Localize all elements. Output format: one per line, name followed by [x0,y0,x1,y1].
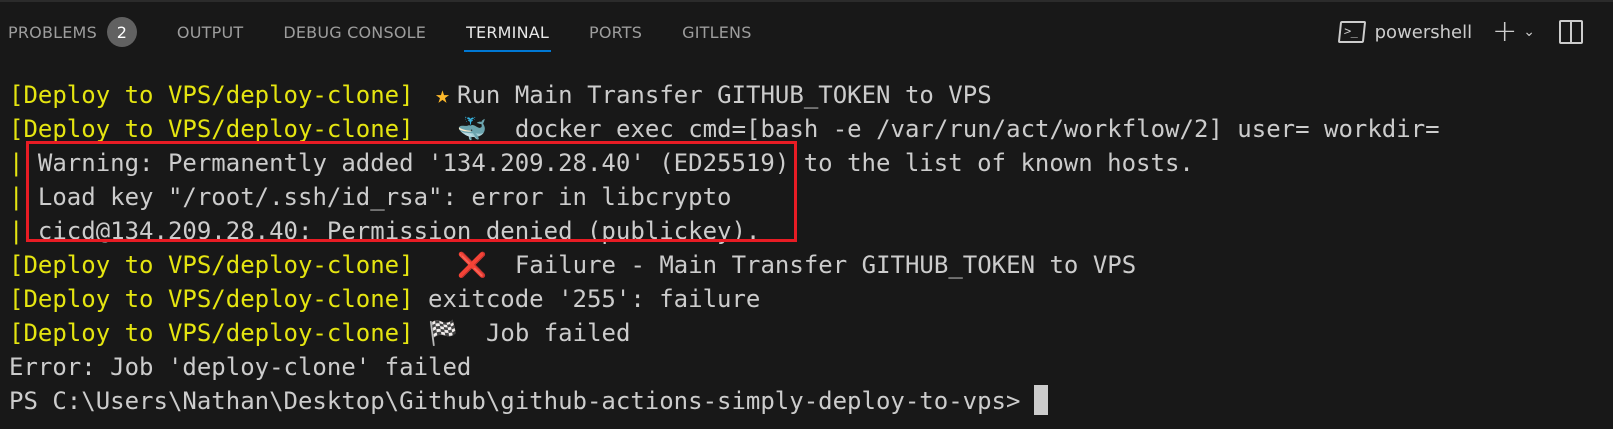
chevron-down-icon[interactable]: ⌄ [1523,24,1535,40]
line-text: Run Main Transfer GITHUB_TOKEN to VPS [457,81,992,109]
terminal-output[interactable]: [Deploy to VPS/deploy-clone] ★ Run Main T… [9,78,1440,418]
line-text: docker exec cmd=[bash -e /var/run/act/wo… [514,115,1440,143]
terminal-shell-selector[interactable]: powershell [1375,22,1473,43]
terminal-actions: >_ powershell + ⌄ [1337,0,1613,64]
checkered-flag-icon: 🏁 [428,319,458,347]
cross-mark-icon: ❌ [456,251,487,279]
terminal-powershell-icon[interactable]: >_ [1337,21,1366,43]
log-pipe: | [9,183,24,211]
job-prefix: [Deploy to VPS/deploy-clone] [9,81,414,109]
log-pipe: | [9,217,24,245]
line-text: Failure - Main Transfer GITHUB_TOKEN to … [514,251,1137,279]
problems-count-badge: 2 [106,17,137,47]
line-text: Job failed [485,319,631,347]
job-prefix: [Deploy to VPS/deploy-clone] [9,115,414,143]
tab-ports[interactable]: PORTS [589,0,642,64]
terminal-cursor [1034,385,1049,415]
tab-gitlens[interactable]: GITLENS [682,0,751,64]
terminal-line: [Deploy to VPS/deploy-clone] ★ Run Main T… [9,78,1440,112]
panel-tabs: PROBLEMS 2 OUTPUT DEBUG CONSOLE TERMINAL … [0,0,792,64]
tab-problems[interactable]: PROBLEMS 2 [8,0,137,64]
prompt-text: PS C:\Users\Nathan\Desktop\Github\github… [9,387,1021,415]
job-prefix: [Deploy to VPS/deploy-clone] [9,251,414,279]
terminal-line: [Deploy to VPS/deploy-clone] 🏁 Job faile… [9,316,1440,350]
split-panel-icon[interactable] [1559,20,1583,44]
terminal-line: Error: Job 'deploy-clone' failed [9,350,1440,384]
job-prefix: [Deploy to VPS/deploy-clone] [9,319,414,347]
tab-debug-console[interactable]: DEBUG CONSOLE [283,0,426,64]
tab-output[interactable]: OUTPUT [177,0,243,64]
terminal-line: [Deploy to VPS/deploy-clone] exitcode '2… [9,282,1440,316]
log-pipe: | [9,149,24,177]
job-prefix: [Deploy to VPS/deploy-clone] [9,285,414,313]
error-highlight-box [26,141,797,242]
terminal-prompt-line: PS C:\Users\Nathan\Desktop\Github\github… [9,384,1440,418]
terminal-line: [Deploy to VPS/deploy-clone] ❌ Failure -… [9,248,1440,282]
plus-icon[interactable]: + [1492,17,1517,47]
star-icon: ★ [435,81,450,109]
tab-label: PROBLEMS [8,22,97,42]
line-text: Error: Job 'deploy-clone' failed [9,353,472,381]
tab-terminal[interactable]: TERMINAL [464,0,551,64]
line-text: exitcode '255': failure [428,285,761,313]
